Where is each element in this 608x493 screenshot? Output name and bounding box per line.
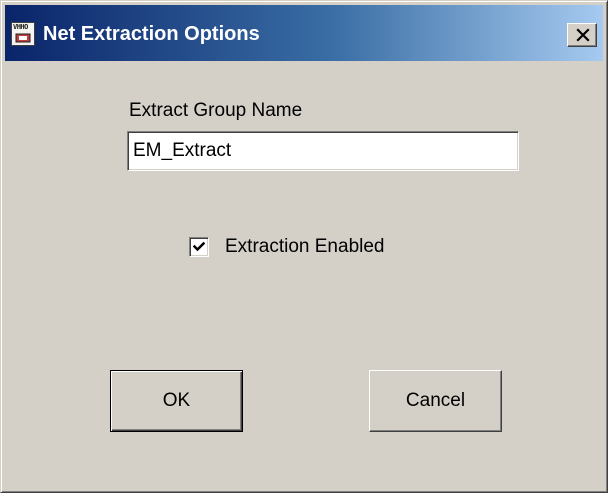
close-button[interactable] [567,23,597,47]
cancel-button[interactable]: Cancel [369,370,502,432]
extraction-enabled-label[interactable]: Extraction Enabled [225,235,385,259]
app-icon-text: VHHO [13,23,28,31]
title-bar[interactable]: VHHO Net Extraction Options [5,5,603,61]
window-title: Net Extraction Options [43,23,260,45]
checkmark-icon [193,241,205,252]
extract-group-name-label: Extract Group Name [129,100,303,121]
net-extraction-options-dialog: VHHO Net Extraction Options Extract Grou… [0,0,608,493]
app-icon[interactable]: VHHO [11,22,35,46]
app-icon-glyph [15,33,31,43]
ok-button[interactable]: OK [110,370,243,432]
extract-group-name-input[interactable] [127,131,519,171]
extraction-enabled-checkbox[interactable] [189,237,209,257]
close-icon [576,28,590,42]
